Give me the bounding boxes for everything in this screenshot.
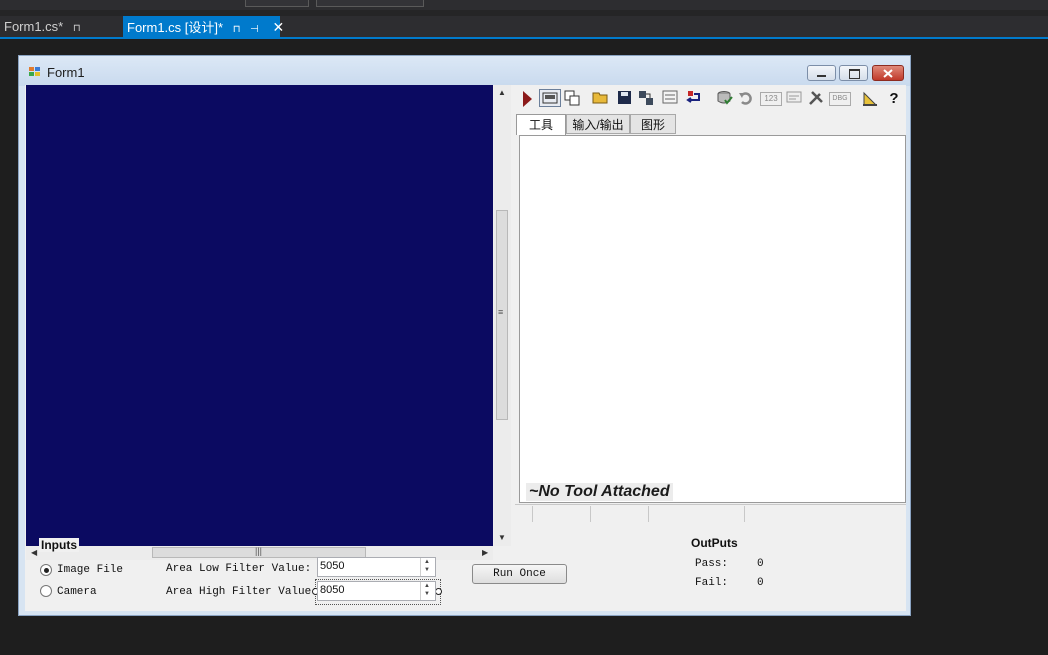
stepper[interactable]: ▲ ▼ (420, 558, 435, 576)
tab-label: Form1.cs [设计]* (127, 20, 224, 35)
no-tool-label: ~No Tool Attached (526, 483, 673, 501)
minimize-button[interactable] (807, 65, 836, 81)
fail-label: Fail: (695, 577, 729, 589)
copy-icon[interactable] (563, 90, 581, 108)
stepper[interactable]: ▲ ▼ (420, 582, 435, 600)
text-icon[interactable] (785, 90, 803, 108)
run-once-button[interactable]: Run Once (472, 564, 567, 584)
scroll-down-icon[interactable]: ▼ (498, 533, 506, 542)
grip-icon: ||| (255, 546, 263, 556)
scroll-right-icon[interactable]: ▶ (482, 548, 488, 557)
close-icon[interactable]: ✕ (272, 19, 284, 35)
stepper-down-icon[interactable]: ▼ (424, 591, 430, 597)
pin-icon[interactable]: ⊓ (73, 23, 81, 34)
low-filter-value[interactable]: 5050 (320, 560, 344, 572)
high-filter-label: Area High Filter Value: (166, 586, 318, 598)
tab-graphics[interactable]: 图形 (630, 114, 676, 134)
tool-panel: 工具 输入/输出 图形 ~No Tool Attached (515, 113, 906, 523)
scroll-left-icon[interactable]: ◀ (31, 548, 37, 557)
import-icon[interactable] (684, 90, 702, 108)
resize-handle[interactable] (435, 588, 442, 595)
radio-image-file-label[interactable]: Image File (57, 564, 123, 576)
close-icon (883, 69, 893, 78)
low-filter-field[interactable]: 5050 ▲ ▼ (317, 557, 436, 577)
document-tab-bar: Form1.cs* ⊓ Form1.cs [设计]* ⊓ ⊣ ✕ (0, 16, 1048, 38)
radio-image-file[interactable] (40, 564, 52, 576)
pass-value: 0 (757, 558, 764, 570)
help-icon[interactable]: ? (885, 90, 903, 108)
dbg-icon[interactable]: DBG (829, 92, 851, 106)
form-window[interactable]: Form1 ▲ ≡ ▼ ◀ ||| ▶ 123 DBG ? 工具 输入/输出 图… (18, 55, 911, 616)
database-icon[interactable] (716, 90, 734, 108)
tab-label: Form1.cs* (4, 19, 64, 34)
maximize-icon (849, 69, 860, 79)
dock-icon[interactable]: ⊣ (250, 24, 259, 35)
undo-icon[interactable] (737, 90, 755, 108)
config-dropdown[interactable] (245, 0, 309, 7)
pin-icon[interactable]: ⊓ (233, 24, 241, 35)
tab-form1-designer[interactable]: Form1.cs [设计]* ⊓ ⊣ ✕ (123, 16, 284, 38)
stepper-up-icon[interactable]: ▲ (424, 559, 430, 565)
tab-io[interactable]: 输入/输出 (566, 114, 630, 134)
run-icon[interactable] (518, 90, 536, 108)
close-button[interactable] (872, 65, 904, 81)
maximize-button[interactable] (839, 65, 868, 81)
list-icon[interactable] (661, 90, 679, 108)
outputs-title: OutPuts (691, 536, 738, 550)
open-folder-icon[interactable] (592, 90, 610, 108)
tool-toolbar: 123 DBG ? (515, 86, 906, 112)
form-icon (29, 67, 41, 77)
image-display[interactable] (26, 85, 493, 546)
display-icon[interactable] (539, 89, 561, 107)
tool-edit-area[interactable]: ~No Tool Attached (519, 135, 906, 503)
tool-status-bar (515, 504, 906, 524)
tab-tools[interactable]: 工具 (516, 114, 566, 135)
link-icon[interactable] (637, 90, 655, 108)
stepper-down-icon[interactable]: ▼ (424, 567, 430, 573)
radio-camera-label[interactable]: Camera (57, 586, 97, 598)
low-filter-label: Area Low Filter Value: (166, 563, 312, 575)
grip-icon: ≡ (498, 307, 504, 317)
tab-form1-cs[interactable]: Form1.cs* ⊓ (4, 16, 81, 38)
inputs-group-title: Inputs (39, 538, 79, 552)
vertical-scrollbar[interactable]: ▲ ≡ ▼ (494, 85, 511, 546)
minimize-icon (817, 75, 826, 77)
pass-label: Pass: (695, 558, 729, 570)
save-icon[interactable] (615, 90, 633, 108)
scroll-up-icon[interactable]: ▲ (498, 88, 506, 97)
high-filter-value[interactable]: 8050 (320, 584, 344, 596)
form-title-bar[interactable]: Form1 (19, 56, 910, 86)
form-title: Form1 (47, 65, 85, 80)
ide-toolbar-strip (0, 0, 1048, 10)
123-icon[interactable]: 123 (760, 92, 782, 106)
form-client-area: ▲ ≡ ▼ ◀ ||| ▶ 123 DBG ? 工具 输入/输出 图形 ~No … (25, 85, 906, 611)
high-filter-field[interactable]: 8050 ▲ ▼ (317, 581, 436, 601)
stepper-up-icon[interactable]: ▲ (424, 583, 430, 589)
platform-dropdown[interactable] (316, 0, 424, 7)
tools-icon[interactable] (807, 90, 825, 108)
ruler-icon[interactable] (861, 90, 879, 108)
fail-value: 0 (757, 577, 764, 589)
radio-camera[interactable] (40, 585, 52, 597)
